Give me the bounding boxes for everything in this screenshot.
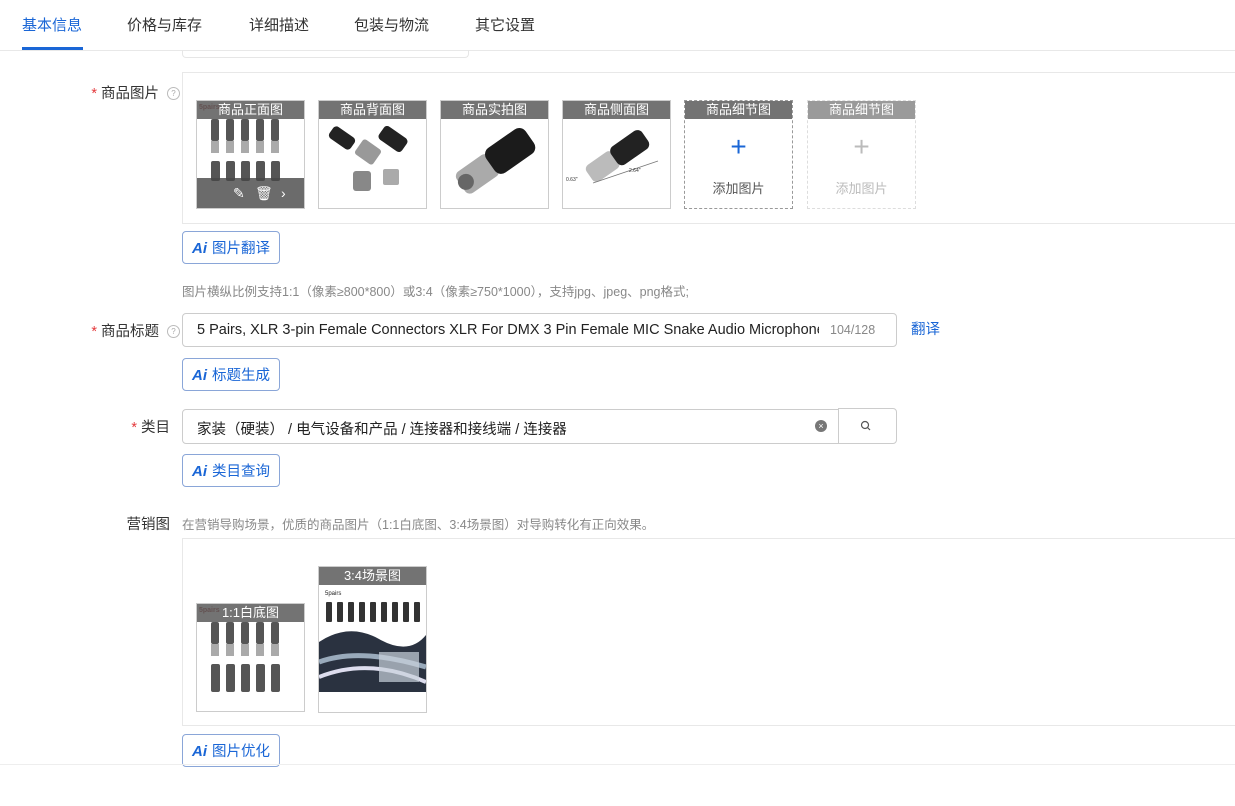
title-generate-label: 标题生成 — [212, 368, 270, 384]
required-mark: * — [91, 324, 97, 340]
image-slot-side[interactable]: 0.63" 2.64" 商品侧面图 — [562, 100, 671, 209]
title-label: * 商品标题? — [60, 320, 180, 341]
image-slot-front[interactable]: 5pairs 商品正面图 ✎ 🗑 › — [196, 100, 305, 209]
plus-icon: + — [730, 131, 747, 162]
ai-icon: Ai — [192, 743, 207, 760]
image-caption: 商品侧面图 — [563, 101, 670, 119]
product-images-panel: 5pairs 商品正面图 ✎ 🗑 › 商品背面图 — [182, 72, 1235, 224]
tab-packaging[interactable]: 包装与物流 — [354, 14, 429, 35]
chevron-right-icon[interactable]: › — [281, 184, 286, 202]
tab-other-settings[interactable]: 其它设置 — [475, 14, 535, 35]
image-tools: ✎ 🗑 › — [197, 178, 304, 208]
marketing-image-square[interactable]: 5pairs 1:1白底图 — [196, 603, 305, 712]
image-caption: 商品背面图 — [319, 101, 426, 119]
tab-description[interactable]: 详细描述 — [249, 14, 309, 35]
marketing-hint: 在营销导购场景，优质的商品图片（1:1白底图、3:4场景图）对导购转化有正向效果… — [182, 518, 655, 532]
required-mark: * — [91, 86, 97, 102]
help-icon[interactable]: ? — [167, 87, 180, 100]
image-slot-real[interactable]: 商品实拍图 — [440, 100, 549, 209]
category-label: * 类目 — [60, 416, 170, 437]
image-slot-detail-disabled: 商品细节图 + 添加图片 — [807, 100, 916, 209]
scene-image: 5pairs — [319, 591, 426, 692]
dim-label-2: 2.64" — [629, 168, 641, 174]
product-images-label: * 商品图片? — [60, 82, 180, 103]
image-translate-label: 图片翻译 — [212, 241, 270, 257]
title-generate-button[interactable]: Ai 标题生成 — [182, 358, 280, 391]
image-translate-button[interactable]: Ai 图片翻译 — [182, 231, 280, 264]
title-label-text: 商品标题 — [101, 324, 159, 340]
image-caption: 商品细节图 — [685, 101, 792, 119]
image-optimize-button[interactable]: Ai 图片优化 — [182, 734, 280, 767]
tab-price-stock[interactable]: 价格与库存 — [127, 14, 202, 35]
image-slot-detail-add[interactable]: 商品细节图 + 添加图片 — [684, 100, 793, 209]
marketing-label: 营销图 — [126, 517, 171, 533]
delete-icon[interactable]: 🗑 — [255, 184, 273, 202]
image-slot-back[interactable]: 商品背面图 — [318, 100, 427, 209]
tab-bar: 基本信息 价格与库存 详细描述 包装与物流 其它设置 — [0, 0, 1235, 51]
dim-label-1: 0.63" — [566, 177, 578, 183]
title-input[interactable]: 5 Pairs, XLR 3-pin Female Connectors XLR… — [182, 313, 897, 347]
marketing-images-panel: 5pairs 1:1白底图 5pairs 3:4场景图 — [182, 538, 1235, 726]
required-mark: * — [131, 420, 137, 436]
ai-icon: Ai — [192, 240, 207, 257]
tab-basic-info[interactable]: 基本信息 — [22, 14, 82, 35]
product-images-label-text: 商品图片 — [101, 86, 159, 102]
category-search-button[interactable] — [838, 408, 897, 444]
image-caption: 商品细节图 — [808, 101, 915, 119]
ai-icon: Ai — [192, 367, 207, 384]
edit-icon[interactable]: ✎ — [233, 184, 245, 202]
image-format-hint: 图片横纵比例支持1:1（像素≥800*800）或3:4（像素≥750*1000）… — [182, 285, 689, 299]
help-icon[interactable]: ? — [167, 325, 180, 338]
title-value: 5 Pairs, XLR 3-pin Female Connectors XLR… — [197, 322, 819, 338]
clear-icon[interactable]: × — [815, 420, 827, 432]
add-image-label: 添加图片 — [712, 181, 765, 196]
ai-icon: Ai — [192, 463, 207, 480]
image-caption: 商品实拍图 — [441, 101, 548, 119]
active-tab-indicator — [22, 47, 83, 50]
image-caption: 商品正面图 — [197, 101, 304, 119]
category-value: 家装（硬装） / 电气设备和产品 / 连接器和接线端 / 连接器 — [197, 422, 567, 438]
category-label-text: 类目 — [141, 420, 170, 436]
category-input[interactable]: 家装（硬装） / 电气设备和产品 / 连接器和接线端 / 连接器 × — [182, 409, 839, 444]
brand-text: 5pairs — [325, 591, 341, 597]
translate-link[interactable]: 翻译 — [911, 318, 940, 339]
title-char-counter: 104/128 — [830, 323, 876, 337]
category-query-button[interactable]: Ai 类目查询 — [182, 454, 280, 487]
previous-field-edge — [182, 50, 469, 58]
image-caption: 3:4场景图 — [319, 567, 426, 585]
divider — [0, 764, 1235, 765]
marketing-image-portrait[interactable]: 5pairs 3:4场景图 — [318, 566, 427, 713]
category-query-label: 类目查询 — [212, 464, 270, 480]
add-image-label: 添加图片 — [835, 181, 888, 196]
plus-icon: + — [853, 131, 870, 162]
image-caption: 1:1白底图 — [197, 604, 304, 622]
image-optimize-label: 图片优化 — [212, 744, 270, 760]
search-icon — [860, 420, 871, 431]
